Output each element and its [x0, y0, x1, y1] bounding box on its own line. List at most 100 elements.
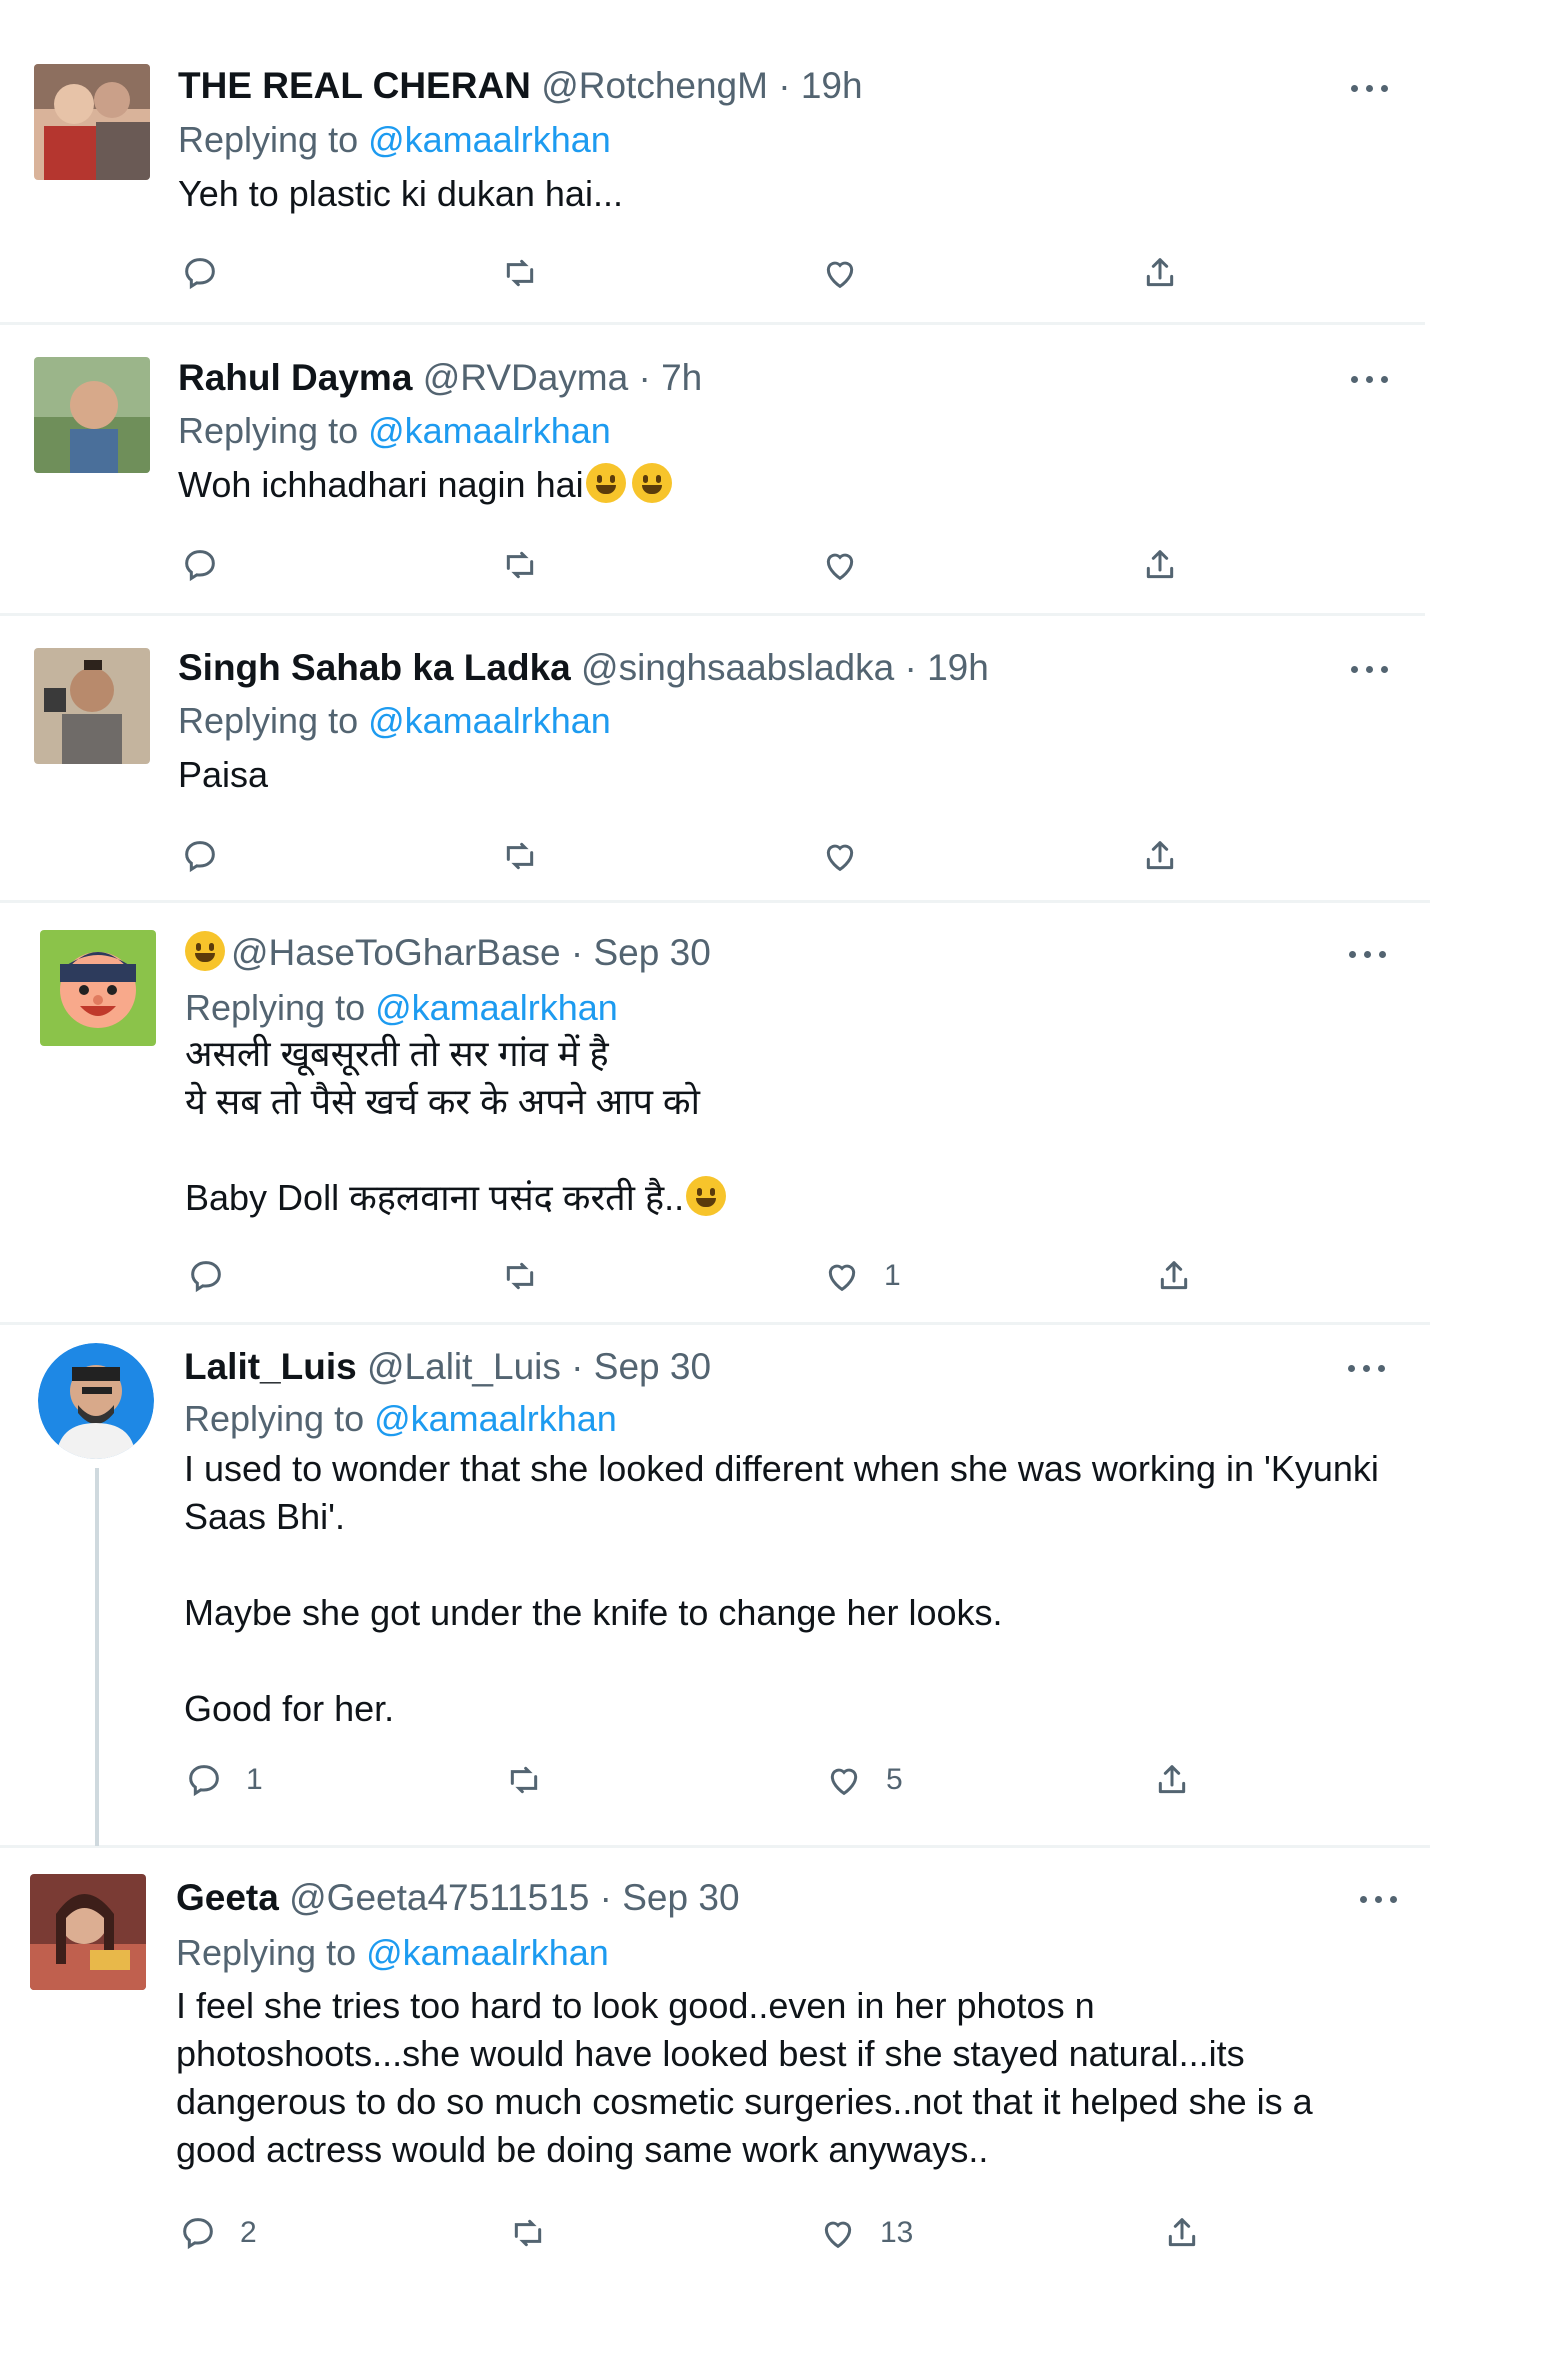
- tweet[interactable]: THE REAL CHERAN @RotchengM · 19h Replyin…: [0, 0, 1425, 322]
- separator-dot: ·: [628, 357, 662, 398]
- mention-link[interactable]: @kamaalrkhan: [366, 1932, 609, 1973]
- retweet-button[interactable]: [508, 2208, 548, 2258]
- tweet[interactable]: Lalit_Luis @Lalit_Luis · Sep 30 Replying…: [0, 1325, 1430, 1845]
- avatar[interactable]: [30, 1874, 146, 1990]
- timestamp[interactable]: 7h: [661, 357, 702, 398]
- like-count: 13: [880, 2216, 914, 2249]
- tweet-header: @HaseToGharBase · Sep 30: [185, 931, 711, 975]
- share-button[interactable]: [1140, 831, 1180, 881]
- more-icon[interactable]: [1348, 1362, 1388, 1374]
- timestamp[interactable]: 19h: [927, 647, 989, 688]
- like-button[interactable]: [820, 248, 882, 298]
- timestamp[interactable]: Sep 30: [594, 932, 711, 973]
- reply-icon: [183, 2218, 213, 2250]
- like-icon: [824, 2221, 852, 2249]
- retweet-button[interactable]: [504, 1755, 544, 1805]
- share-icon: [1158, 1765, 1186, 1794]
- share-button[interactable]: [1162, 2208, 1202, 2258]
- timestamp[interactable]: Sep 30: [622, 1877, 739, 1918]
- like-button[interactable]: [820, 540, 882, 590]
- reply-icon: [185, 258, 215, 290]
- tweet-header: Geeta @Geeta47511515 · Sep 30: [176, 1876, 740, 1920]
- timestamp[interactable]: Sep 30: [594, 1346, 711, 1387]
- reply-icon: [189, 1765, 219, 1797]
- retweet-icon: [514, 2219, 542, 2247]
- mention-link[interactable]: @kamaalrkhan: [368, 700, 611, 741]
- like-icon: [830, 1768, 858, 1796]
- more-icon[interactable]: [1351, 82, 1391, 94]
- more-icon[interactable]: [1351, 663, 1391, 675]
- replying-to: Replying to @kamaalrkhan: [184, 1397, 617, 1441]
- replying-label: Replying to: [178, 700, 369, 741]
- display-name[interactable]: Rahul Dayma: [178, 357, 412, 398]
- mention-link[interactable]: @kamaalrkhan: [368, 410, 611, 451]
- reply-button[interactable]: 2: [178, 2208, 257, 2258]
- separator-dot: ·: [767, 65, 801, 106]
- reply-button[interactable]: [180, 540, 242, 590]
- share-button[interactable]: [1154, 1251, 1194, 1301]
- tweet-text: असली खूबसूरती तो सर गांव में है ये सब तो…: [185, 1030, 727, 1222]
- retweet-button[interactable]: [500, 540, 540, 590]
- smiley-emoji: [686, 1176, 727, 1216]
- like-button[interactable]: [820, 831, 882, 881]
- user-handle[interactable]: @Lalit_Luis: [367, 1346, 561, 1387]
- user-handle[interactable]: @RVDayma: [423, 357, 629, 398]
- display-name[interactable]: Geeta: [176, 1877, 279, 1918]
- avatar[interactable]: [34, 64, 150, 180]
- reply-button[interactable]: [186, 1251, 248, 1301]
- reply-button[interactable]: [180, 248, 242, 298]
- retweet-button[interactable]: [500, 831, 540, 881]
- reply-count: 2: [240, 2216, 257, 2249]
- mention-link[interactable]: @kamaalrkhan: [374, 1398, 617, 1439]
- share-button[interactable]: [1140, 248, 1180, 298]
- more-icon[interactable]: [1360, 1893, 1400, 1905]
- like-button[interactable]: 5: [824, 1755, 903, 1805]
- more-icon[interactable]: [1349, 948, 1389, 960]
- reply-button[interactable]: 1: [184, 1755, 263, 1805]
- tweet[interactable]: Rahul Dayma @RVDayma · 7h Replying to @k…: [0, 325, 1425, 613]
- avatar[interactable]: [34, 648, 150, 764]
- tweet-text: I feel she tries too hard to look good..…: [176, 1985, 1313, 2170]
- replying-to: Replying to @kamaalrkhan: [176, 1931, 609, 1975]
- user-handle[interactable]: @HaseToGharBase: [231, 932, 561, 973]
- tweet[interactable]: @HaseToGharBase · Sep 30 Replying to @ka…: [0, 903, 1430, 1322]
- tweet-text: I used to wonder that she looked differe…: [184, 1448, 1379, 1729]
- share-icon: [1146, 258, 1174, 287]
- replying-label: Replying to: [178, 410, 369, 451]
- reply-icon: [185, 550, 215, 582]
- share-icon: [1146, 550, 1174, 579]
- share-button[interactable]: [1140, 540, 1180, 590]
- retweet-button[interactable]: [500, 248, 540, 298]
- replying-to: Replying to @kamaalrkhan: [178, 118, 611, 162]
- share-icon: [1168, 2218, 1196, 2247]
- tweet-text-content: असली खूबसूरती तो सर गांव में है ये सब तो…: [185, 1033, 700, 1218]
- tweet-text-content: Woh ichhadhari nagin hai: [178, 464, 584, 505]
- tweet[interactable]: Singh Sahab ka Ladka @singhsaabsladka · …: [0, 616, 1425, 900]
- tweet[interactable]: Geeta @Geeta47511515 · Sep 30 Replying t…: [0, 1848, 1430, 2250]
- replying-label: Replying to: [184, 1398, 375, 1439]
- user-handle[interactable]: @Geeta47511515: [289, 1877, 589, 1918]
- share-button[interactable]: [1152, 1755, 1192, 1805]
- tweet-actions: [180, 248, 1220, 298]
- avatar[interactable]: [40, 930, 156, 1046]
- display-name[interactable]: Lalit_Luis: [184, 1346, 357, 1387]
- retweet-button[interactable]: [500, 1251, 540, 1301]
- mention-link[interactable]: @kamaalrkhan: [375, 987, 618, 1028]
- display-name[interactable]: THE REAL CHERAN: [178, 65, 531, 106]
- user-handle[interactable]: @RotchengM: [541, 65, 768, 106]
- user-handle[interactable]: @singhsaabsladka: [581, 647, 894, 688]
- like-button[interactable]: 13: [818, 2208, 913, 2258]
- avatar[interactable]: [34, 357, 150, 473]
- replying-label: Replying to: [176, 1932, 367, 1973]
- reply-button[interactable]: [180, 831, 242, 881]
- tweet-actions: 2 13: [178, 2208, 1238, 2258]
- retweet-icon: [506, 1262, 534, 1290]
- display-name[interactable]: Singh Sahab ka Ladka: [178, 647, 571, 688]
- like-button[interactable]: 1: [822, 1251, 901, 1301]
- replying-label: Replying to: [185, 987, 376, 1028]
- mention-link[interactable]: @kamaalrkhan: [368, 119, 611, 160]
- separator-dot: ·: [560, 1346, 594, 1387]
- avatar[interactable]: [38, 1343, 154, 1459]
- timestamp[interactable]: 19h: [801, 65, 863, 106]
- more-icon[interactable]: [1351, 373, 1391, 385]
